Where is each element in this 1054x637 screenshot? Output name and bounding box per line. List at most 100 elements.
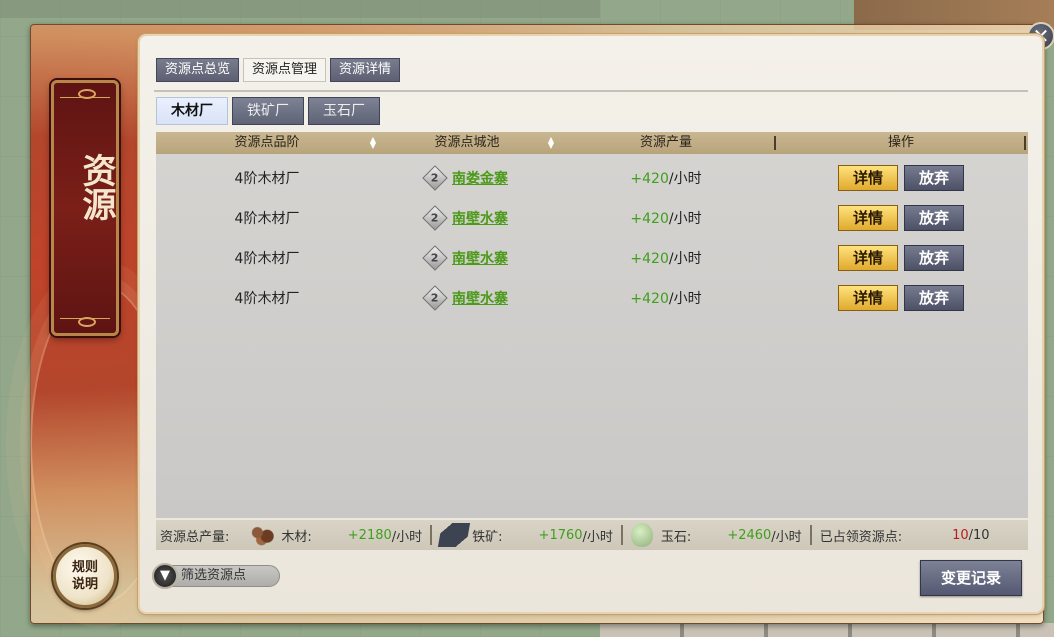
filter-icon: ▼: [152, 563, 178, 589]
jade-value: +2460: [727, 527, 772, 543]
row-output: +420/小时: [556, 168, 776, 188]
city-level-icon: 2: [422, 205, 448, 231]
change-log-button[interactable]: 变更记录: [920, 560, 1022, 596]
output-unit: /小时: [668, 211, 702, 227]
city-link[interactable]: 南娄金寨: [452, 168, 508, 188]
jade-summary: 玉石: +2460 /小时: [630, 520, 802, 550]
output-unit: /小时: [668, 171, 702, 187]
table-row: 4阶木材厂 2 南娄金寨 +420/小时 详情 放弃: [156, 158, 1028, 198]
window-title: 资源: [76, 153, 116, 221]
filter-resource-points[interactable]: ▼ 筛选资源点: [152, 563, 280, 589]
iron-unit: /小时: [582, 529, 613, 545]
sort-icon: ▲ ▼: [547, 135, 554, 150]
detail-button[interactable]: 详情: [838, 285, 898, 311]
knot-ornament-icon: [78, 317, 96, 327]
jade-icon: [630, 523, 653, 547]
row-grade: 4阶木材厂: [234, 211, 300, 227]
abandon-button[interactable]: 放弃: [904, 245, 964, 271]
detail-button[interactable]: 详情: [838, 205, 898, 231]
row-output: +420/小时: [556, 208, 776, 228]
iron-summary: 铁矿: +1760 /小时: [438, 520, 613, 550]
subtab-iron-mine[interactable]: 铁矿厂: [232, 97, 304, 125]
occupied-current: 10: [952, 527, 969, 543]
header-output: 资源产量: [556, 132, 776, 154]
iron-ore-icon: [438, 523, 471, 547]
table-row: 4阶木材厂 2 南壁水寨 +420/小时 详情 放弃: [156, 278, 1028, 318]
row-city: 2 南壁水寨: [378, 285, 556, 311]
output-value: +420: [630, 171, 669, 187]
jade-label: 玉石:: [660, 529, 692, 545]
occupied-label: 已占领资源点:: [819, 529, 903, 545]
row-output: +420/小时: [556, 288, 776, 308]
production-summary: 资源总产量: 木材: +2180 /小时 铁矿: +1760 /小时 玉石: +…: [156, 520, 1028, 550]
title-banner: 资源: [51, 80, 119, 336]
header-grade[interactable]: 资源点品阶 ▲ ▼: [156, 132, 378, 154]
tab-resource-details[interactable]: 资源详情: [330, 58, 401, 82]
header-label: 资源点品阶: [234, 135, 300, 150]
header-label: 资源产量: [639, 135, 692, 150]
header-city[interactable]: 资源点城池 ▲ ▼: [378, 132, 556, 154]
header-label: 资源点城池: [434, 135, 500, 150]
city-link[interactable]: 南壁水寨: [452, 248, 508, 268]
row-output: +420/小时: [556, 248, 776, 268]
detail-button[interactable]: 详情: [838, 245, 898, 271]
abandon-button[interactable]: 放弃: [904, 165, 964, 191]
rules-button[interactable]: 规则说明: [53, 544, 117, 608]
abandon-button[interactable]: 放弃: [904, 285, 964, 311]
map-background-bottom: [600, 623, 1054, 637]
city-level: 2: [431, 171, 439, 185]
tab-resource-management[interactable]: 资源点管理: [243, 58, 327, 82]
wood-summary: 木材: +2180 /小时: [249, 520, 422, 550]
filter-label: 筛选资源点: [181, 568, 247, 583]
table-row: 4阶木材厂 2 南壁水寨 +420/小时 详情 放弃: [156, 198, 1028, 238]
detail-button[interactable]: 详情: [838, 165, 898, 191]
city-level-icon: 2: [422, 245, 448, 271]
row-city: 2 南娄金寨: [378, 165, 556, 191]
summary-divider: [809, 525, 812, 545]
header-actions: 操作: [776, 132, 1026, 154]
output-unit: /小时: [668, 291, 702, 307]
sub-tab-bar: 木材厂 铁矿厂 玉石厂: [156, 97, 380, 125]
row-grade: 4阶木材厂: [234, 291, 300, 307]
wood-label: 木材:: [281, 529, 312, 545]
output-value: +420: [630, 291, 669, 307]
iron-label: 铁矿:: [472, 529, 503, 545]
wood-value: +2180: [347, 527, 392, 543]
occupied-summary: 已占领资源点: 10 /10: [820, 520, 990, 550]
jade-unit: /小时: [771, 529, 802, 545]
sort-icon: ▲ ▼: [369, 135, 376, 150]
summary-divider: [430, 525, 433, 545]
city-link[interactable]: 南壁水寨: [452, 208, 508, 228]
summary-label: 资源总产量:: [160, 529, 230, 545]
resource-table: 资源点品阶 ▲ ▼ 资源点城池 ▲ ▼ 资源产量 操作 4阶木材厂 2 南娄金寨 +: [156, 132, 1028, 518]
row-grade: 4阶木材厂: [234, 251, 300, 267]
row-actions: 详情 放弃: [776, 245, 1026, 271]
subtab-jade-quarry[interactable]: 玉石厂: [308, 97, 380, 125]
row-grade: 4阶木材厂: [234, 171, 300, 187]
output-value: +420: [630, 211, 669, 227]
table-row: 4阶木材厂 2 南壁水寨 +420/小时 详情 放弃: [156, 238, 1028, 278]
abandon-button[interactable]: 放弃: [904, 205, 964, 231]
occupied-max: /10: [968, 527, 990, 543]
output-unit: /小时: [668, 251, 702, 267]
column-divider: [1024, 136, 1026, 150]
city-level: 2: [431, 251, 439, 265]
wood-icon: [249, 523, 278, 547]
main-panel: 资源点总览 资源点管理 资源详情 木材厂 铁矿厂 玉石厂 资源点品阶 ▲ ▼ 资源…: [140, 36, 1042, 612]
row-city: 2 南壁水寨: [378, 205, 556, 231]
city-link[interactable]: 南壁水寨: [452, 288, 508, 308]
map-background-strip: [0, 0, 600, 18]
summary-divider: [620, 525, 623, 545]
knot-ornament-icon: [78, 89, 96, 99]
city-level-icon: 2: [422, 285, 448, 311]
wood-unit: /小时: [391, 529, 423, 545]
top-tab-bar: 资源点总览 资源点管理 资源详情: [156, 58, 401, 82]
city-level: 2: [431, 211, 439, 225]
tab-resource-overview[interactable]: 资源点总览: [156, 58, 240, 82]
row-actions: 详情 放弃: [776, 285, 1026, 311]
row-actions: 详情 放弃: [776, 205, 1026, 231]
iron-value: +1760: [538, 527, 583, 543]
subtab-lumber-mill[interactable]: 木材厂: [156, 97, 228, 125]
city-level-icon: 2: [422, 165, 448, 191]
table-header: 资源点品阶 ▲ ▼ 资源点城池 ▲ ▼ 资源产量 操作: [156, 132, 1028, 154]
